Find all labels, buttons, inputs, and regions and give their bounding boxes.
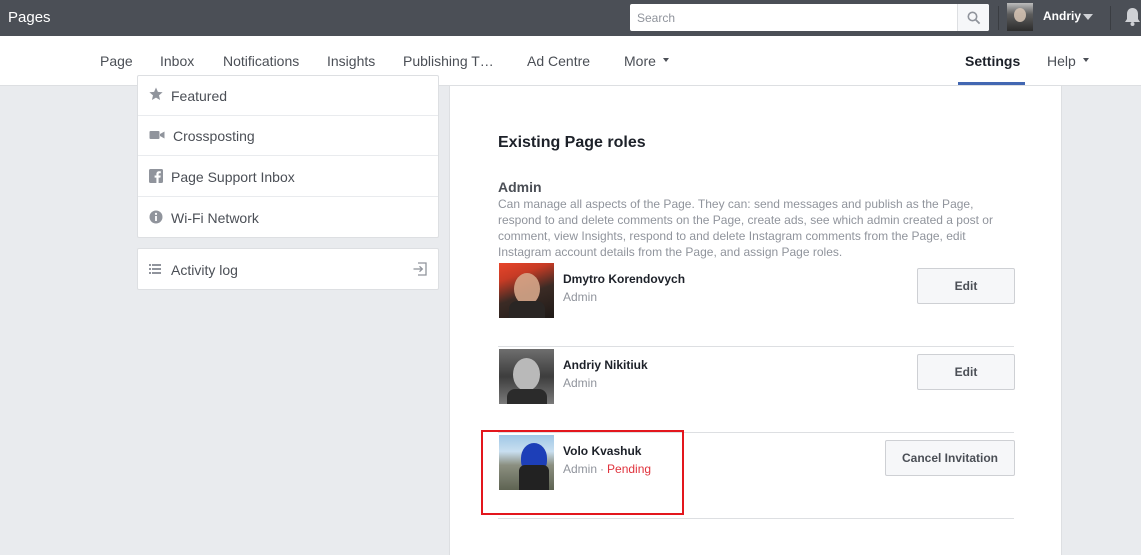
tab-ad-centre[interactable]: Ad Centre <box>527 53 590 69</box>
list-item: Andriy Nikitiuk Admin Edit <box>498 347 1015 433</box>
top-bar: Pages Andriy <box>0 0 1141 36</box>
cancel-invitation-button[interactable]: Cancel Invitation <box>885 440 1015 476</box>
list-item: Dmytro Korendovych Admin Edit <box>498 261 1015 347</box>
star-icon <box>149 87 163 100</box>
list-icon <box>149 264 161 274</box>
role-heading: Admin <box>498 179 542 195</box>
notifications-bell-icon[interactable] <box>1124 7 1141 27</box>
active-tab-indicator <box>958 82 1025 85</box>
sidebar-item-page-support-inbox[interactable]: Page Support Inbox <box>138 156 438 197</box>
tab-help[interactable]: Help <box>1047 53 1089 69</box>
activity-log-box: Activity log <box>137 248 439 290</box>
highlight-box <box>481 430 684 515</box>
tab-publishing-tools[interactable]: Publishing T… <box>403 53 494 69</box>
tab-settings[interactable]: Settings <box>965 53 1020 69</box>
sidebar-item-label: Wi-Fi Network <box>171 210 259 226</box>
video-camera-icon <box>149 131 165 139</box>
divider <box>998 6 999 30</box>
chevron-down-icon <box>662 58 669 63</box>
tab-more-label: More <box>624 53 656 69</box>
edit-button[interactable]: Edit <box>917 268 1015 304</box>
section-title: Existing Page roles <box>498 134 646 151</box>
tab-help-label: Help <box>1047 53 1076 69</box>
sidebar-item-featured[interactable]: Featured <box>138 76 438 116</box>
settings-sidebar: Featured Crossposting Page Support Inbox… <box>137 75 439 238</box>
sidebar-item-label: Crossposting <box>173 128 255 144</box>
sidebar-item-label: Activity log <box>171 262 238 278</box>
sidebar-item-crossposting[interactable]: Crossposting <box>138 116 438 156</box>
search-input[interactable] <box>630 4 957 31</box>
user-avatar[interactable] <box>1007 3 1033 31</box>
tab-page[interactable]: Page <box>100 53 133 69</box>
edit-button[interactable]: Edit <box>917 354 1015 390</box>
account-menu-caret-icon[interactable] <box>1083 14 1093 20</box>
facebook-icon <box>149 169 163 183</box>
avatar[interactable] <box>499 349 554 404</box>
divider <box>1110 6 1111 30</box>
sidebar-item-wifi-network[interactable]: Wi-Fi Network <box>138 197 438 237</box>
info-icon <box>149 210 163 224</box>
sidebar-item-label: Featured <box>171 88 228 104</box>
avatar[interactable] <box>499 263 554 318</box>
open-log-icon <box>413 262 427 276</box>
tab-inbox[interactable]: Inbox <box>160 53 194 69</box>
search-button[interactable] <box>957 4 989 31</box>
person-name[interactable]: Dmytro Korendovych <box>563 272 685 286</box>
person-role: Admin <box>563 376 598 390</box>
tab-more[interactable]: More <box>624 53 669 69</box>
tab-insights[interactable]: Insights <box>327 53 375 69</box>
brand-title[interactable]: Pages <box>8 9 51 26</box>
sidebar-item-activity-log[interactable]: Activity log <box>138 249 438 289</box>
sidebar-item-label: Page Support Inbox <box>171 169 295 185</box>
tab-notifications[interactable]: Notifications <box>223 53 299 69</box>
search-icon <box>967 11 981 25</box>
search-box <box>630 4 989 31</box>
user-name[interactable]: Andriy <box>1043 9 1081 23</box>
person-role: Admin <box>563 290 598 304</box>
person-name[interactable]: Andriy Nikitiuk <box>563 358 648 372</box>
chevron-down-icon <box>1082 58 1089 63</box>
role-description: Can manage all aspects of the Page. They… <box>498 197 993 259</box>
